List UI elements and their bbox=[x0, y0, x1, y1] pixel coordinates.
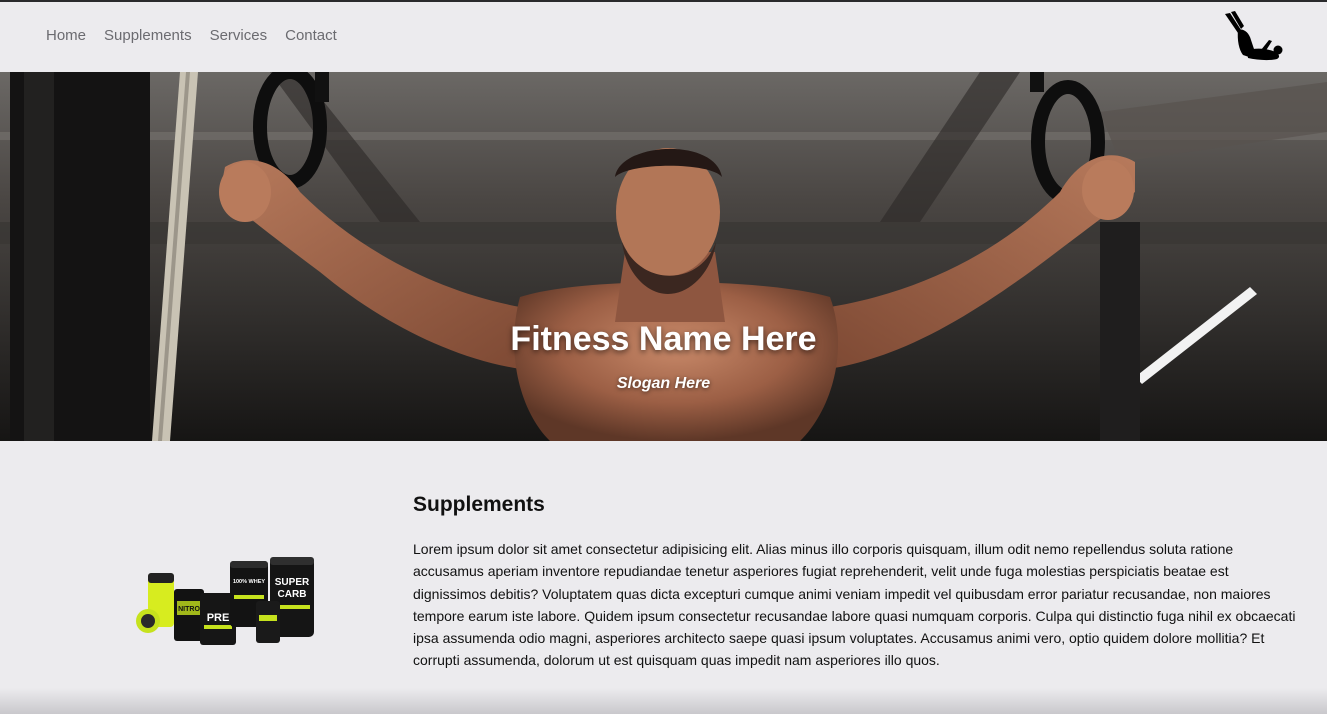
product-label-super: SUPER bbox=[275, 577, 310, 588]
nav-link-supplements[interactable]: Supplements bbox=[104, 27, 192, 44]
page-bottom-edge bbox=[0, 688, 1327, 714]
supplements-section: NITRO PRE 100% WHEY SUPER CARB Supplemen… bbox=[0, 441, 1327, 691]
section-body-text: Lorem ipsum dolor sit amet consectetur a… bbox=[413, 541, 1296, 669]
nav-links: Home Supplements Services Contact bbox=[46, 27, 355, 44]
hero-slogan: Slogan Here bbox=[616, 375, 711, 392]
product-label-carb: CARB bbox=[278, 589, 307, 600]
navbar: Home Supplements Services Contact bbox=[0, 2, 1327, 72]
hero-banner: Fitness Name Here Slogan Here bbox=[0, 72, 1327, 441]
product-label-whey: 100% WHEY bbox=[233, 579, 265, 585]
product-label-nitro: NITRO bbox=[178, 606, 200, 613]
supplement-containers-photo: NITRO PRE 100% WHEY SUPER CARB bbox=[136, 557, 314, 645]
nav-link-contact[interactable]: Contact bbox=[285, 27, 337, 44]
hero-title: Fitness Name Here bbox=[510, 320, 817, 358]
nav-link-home[interactable]: Home bbox=[46, 27, 86, 44]
nav-link-services[interactable]: Services bbox=[210, 27, 268, 44]
section-title: Supplements bbox=[413, 493, 545, 516]
gymnast-silhouette-icon[interactable] bbox=[1221, 10, 1283, 62]
product-label-pre: PRE bbox=[207, 612, 230, 624]
